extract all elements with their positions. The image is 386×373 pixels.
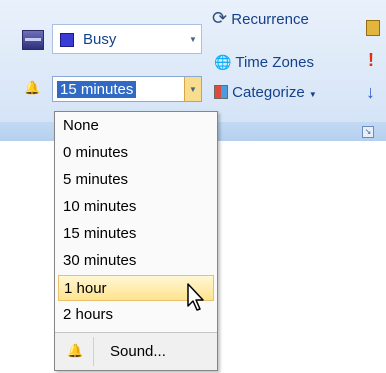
list-item[interactable]: 0 minutes: [58, 140, 214, 166]
high-importance-icon[interactable]: !: [368, 50, 374, 71]
sound-bell-icon: 🔔: [67, 343, 84, 358]
chevron-down-icon[interactable]: ▼: [185, 25, 201, 53]
private-lock-icon[interactable]: [366, 20, 380, 36]
categorize-button[interactable]: Categorize ▼: [214, 84, 317, 101]
list-item[interactable]: 15 minutes: [58, 221, 214, 247]
list-item[interactable]: 5 minutes: [58, 167, 214, 193]
globe-icon: 🌐: [214, 54, 232, 70]
reminder-dropdown-list: None 0 minutes 5 minutes 10 minutes 15 m…: [54, 111, 218, 371]
categorize-icon: [214, 85, 228, 99]
sound-option[interactable]: 🔔 Sound...: [55, 333, 217, 370]
mouse-cursor-icon: [187, 283, 204, 311]
time-zones-label: Time Zones: [235, 54, 314, 71]
reminder-bell-icon: 🔔: [24, 80, 41, 95]
list-item[interactable]: 10 minutes: [58, 194, 214, 220]
reminder-dropdown[interactable]: 15 minutes ▼: [52, 76, 202, 102]
busy-color-swatch: [60, 33, 74, 47]
low-importance-icon[interactable]: ↓: [366, 82, 375, 103]
show-as-value: Busy: [83, 31, 117, 48]
list-item[interactable]: None: [58, 113, 214, 139]
show-as-dropdown[interactable]: Busy ▼: [52, 24, 202, 54]
reminder-value: 15 minutes: [57, 81, 137, 98]
recurrence-icon: ⟳: [212, 8, 228, 28]
chevron-down-icon[interactable]: ▼: [184, 77, 201, 101]
separator: [93, 337, 94, 366]
show-as-icon: [22, 30, 44, 50]
list-item[interactable]: 30 minutes: [58, 248, 214, 274]
recurrence-label: Recurrence: [231, 11, 309, 28]
recurrence-button[interactable]: ⟳ Recurrence: [212, 8, 309, 29]
categorize-label: Categorize: [232, 84, 305, 101]
chevron-down-icon: ▼: [308, 90, 317, 99]
time-zones-button[interactable]: 🌐 Time Zones: [214, 54, 314, 71]
sound-label: Sound...: [110, 343, 166, 360]
dialog-launcher-icon[interactable]: ↘: [362, 126, 374, 138]
